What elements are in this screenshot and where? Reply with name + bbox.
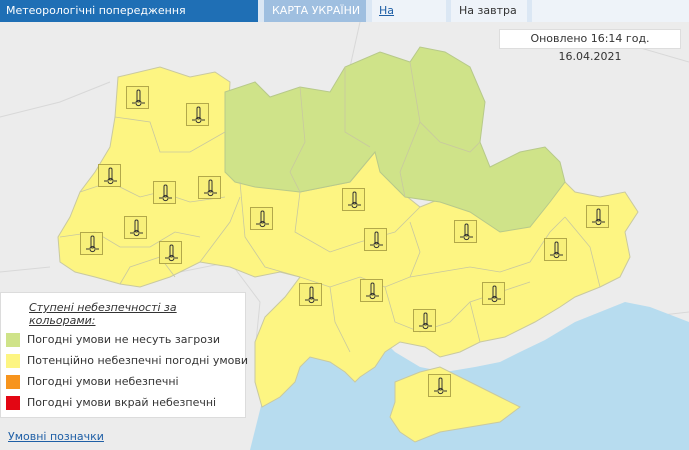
legend-symbols-link[interactable]: Умовні позначки: [8, 430, 104, 443]
legend-swatch-dangerous: [6, 375, 20, 389]
tab-today[interactable]: На сьогодні: [372, 0, 446, 39]
legend-swatch-potential: [6, 354, 20, 368]
thermometer-frost-icon[interactable]: [186, 103, 209, 126]
legend-panel: Ступені небезпечності за кольорами: Пого…: [0, 292, 248, 418]
thermometer-frost-icon[interactable]: [360, 279, 383, 302]
tab-bar-filler: [532, 0, 689, 22]
legend-label: Погодні умови небезпечні: [27, 375, 179, 388]
tab-tomorrow[interactable]: На завтра: [451, 0, 527, 22]
thermometer-frost-icon[interactable]: [454, 220, 477, 243]
thermometer-frost-icon[interactable]: [250, 207, 273, 230]
thermometer-frost-icon[interactable]: [299, 283, 322, 306]
thermometer-frost-icon[interactable]: [482, 282, 505, 305]
thermometer-frost-icon[interactable]: [342, 188, 365, 211]
thermometer-frost-icon[interactable]: [98, 164, 121, 187]
thermometer-frost-icon[interactable]: [124, 216, 147, 239]
updated-timestamp: Оновлено 16:14 год. 16.04.2021: [499, 29, 681, 63]
tab-ukraine-map[interactable]: КАРТА УКРАЇНИ ▸: [264, 0, 366, 39]
thermometer-frost-icon[interactable]: [198, 176, 221, 199]
thermometer-frost-icon[interactable]: [428, 374, 451, 397]
legend-swatch-extreme: [6, 396, 20, 410]
thermometer-frost-icon[interactable]: [413, 309, 436, 332]
thermometer-frost-icon[interactable]: [586, 205, 609, 228]
thermometer-frost-icon[interactable]: [364, 228, 387, 251]
tab-ukraine-map-label: КАРТА УКРАЇНИ: [272, 4, 361, 17]
thermometer-frost-icon[interactable]: [153, 181, 176, 204]
thermometer-frost-icon[interactable]: [126, 86, 149, 109]
legend-swatch-safe: [6, 333, 20, 347]
legend-title: Ступені небезпечності за кольорами:: [29, 301, 177, 327]
thermometer-frost-icon[interactable]: [544, 238, 567, 261]
legend-label: Потенційно небезпечні погодні умови: [27, 354, 248, 367]
thermometer-frost-icon[interactable]: [80, 232, 103, 255]
thermometer-frost-icon[interactable]: [159, 241, 182, 264]
legend-label: Погодні умови вкрай небезпечні: [27, 396, 217, 409]
app-title: Метеорологічні попередження: [0, 0, 258, 22]
legend-label: Погодні умови не несуть загрози: [27, 333, 220, 346]
